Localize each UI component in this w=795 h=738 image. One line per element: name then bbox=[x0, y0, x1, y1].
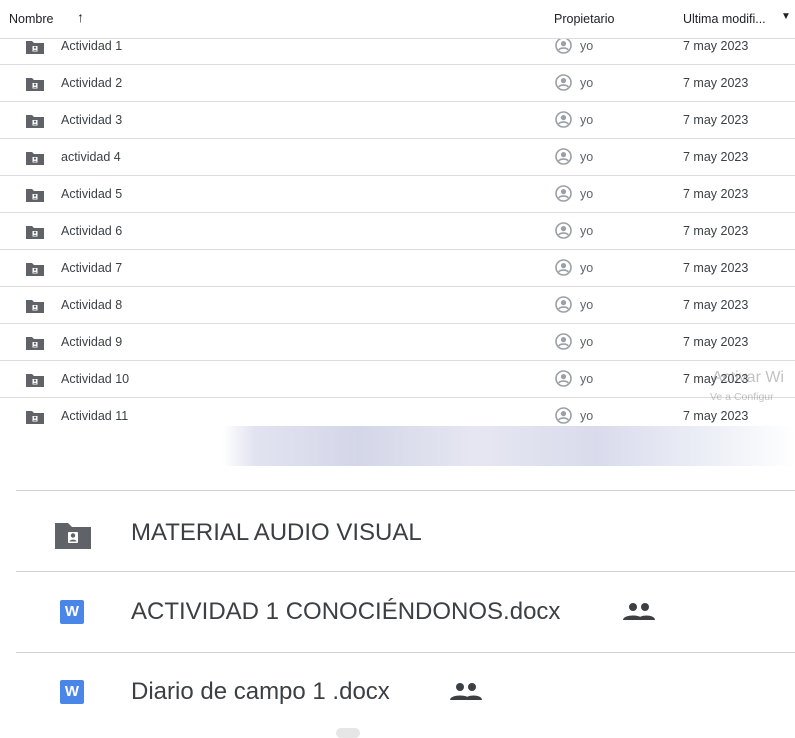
person-icon bbox=[555, 259, 572, 279]
shared-folder-icon bbox=[25, 225, 45, 243]
owner: yo bbox=[580, 187, 594, 201]
file-name: Actividad 9 bbox=[61, 335, 123, 349]
item-name: ACTIVIDAD 1 CONOCIÉNDONOS.docx bbox=[131, 598, 561, 625]
shared-people-icon bbox=[449, 682, 483, 707]
activation-watermark-sub: Ve a Configur bbox=[710, 391, 774, 403]
modified-date: 7 may 2023 bbox=[683, 187, 749, 201]
file-name: Actividad 5 bbox=[61, 187, 123, 201]
column-header-owner[interactable]: Propietario bbox=[554, 12, 614, 26]
person-icon bbox=[555, 148, 572, 168]
person-icon bbox=[555, 111, 572, 131]
file-name: Actividad 1 bbox=[61, 39, 123, 53]
list-item[interactable]: W Diario de campo 1 .docx bbox=[0, 653, 795, 733]
table-row[interactable]: Actividad 9 yo 7 may 2023 bbox=[0, 324, 795, 361]
person-icon bbox=[555, 74, 572, 94]
column-header-modified[interactable]: Ultima modifi... bbox=[683, 12, 766, 26]
owner: yo bbox=[580, 39, 594, 53]
list-item[interactable]: MATERIAL AUDIO VISUAL bbox=[0, 491, 795, 571]
file-name: Actividad 10 bbox=[61, 372, 130, 386]
zoomed-file-list: MATERIAL AUDIO VISUAL W ACTIVIDAD 1 CONO… bbox=[0, 466, 795, 738]
file-name: Actividad 6 bbox=[61, 224, 123, 238]
table-row[interactable]: Actividad 5 yo 7 may 2023 bbox=[0, 176, 795, 213]
item-name: Diario de campo 1 .docx bbox=[131, 678, 390, 705]
activation-watermark: Activar Wi bbox=[712, 369, 784, 386]
file-name: Actividad 8 bbox=[61, 298, 123, 312]
decorative-blob bbox=[336, 728, 360, 738]
shared-folder-icon bbox=[25, 151, 45, 169]
file-name: Actividad 2 bbox=[61, 76, 123, 90]
shared-people-icon bbox=[622, 602, 656, 627]
table-row[interactable]: Actividad 7 yo 7 may 2023 bbox=[0, 250, 795, 287]
shared-folder-icon bbox=[25, 114, 45, 132]
table-row[interactable]: actividad 4 yo 7 may 2023 bbox=[0, 139, 795, 176]
owner: yo bbox=[580, 150, 594, 164]
table-row[interactable]: Actividad 2 yo 7 may 2023 bbox=[0, 65, 795, 102]
file-name: actividad 4 bbox=[61, 150, 121, 164]
person-icon bbox=[555, 37, 572, 57]
table-row[interactable]: Actividad 8 yo 7 may 2023 bbox=[0, 287, 795, 324]
shared-folder-icon bbox=[25, 188, 45, 206]
owner: yo bbox=[580, 372, 594, 386]
modified-date: 7 may 2023 bbox=[683, 261, 749, 275]
table-row[interactable]: Actividad 11 yo 7 may 2023 bbox=[0, 398, 795, 428]
modified-date: 7 may 2023 bbox=[683, 39, 749, 53]
table-row[interactable]: Actividad 10 yo 7 may 2023 bbox=[0, 361, 795, 398]
background-smudge bbox=[0, 426, 795, 466]
owner: yo bbox=[580, 298, 594, 312]
word-doc-icon: W bbox=[60, 680, 84, 704]
person-icon bbox=[555, 333, 572, 353]
modified-date: 7 may 2023 bbox=[683, 409, 749, 423]
person-icon bbox=[555, 407, 572, 427]
file-name: Actividad 11 bbox=[61, 409, 129, 423]
modified-date: 7 may 2023 bbox=[683, 150, 749, 164]
owner: yo bbox=[580, 261, 594, 275]
owner: yo bbox=[580, 224, 594, 238]
file-list: Actividad 1 yo 7 may 2023 Actividad 2 yo 7 ma… bbox=[0, 28, 795, 428]
shared-folder-icon bbox=[25, 299, 45, 317]
shared-folder-icon bbox=[25, 336, 45, 354]
table-row[interactable]: Actividad 6 yo 7 may 2023 bbox=[0, 213, 795, 250]
file-list-panel: Actividad 1 yo 7 may 2023 Actividad 2 yo 7 ma… bbox=[0, 0, 795, 428]
file-name: Actividad 3 bbox=[61, 113, 123, 127]
list-item[interactable]: W ACTIVIDAD 1 CONOCIÉNDONOS.docx bbox=[0, 572, 795, 652]
owner: yo bbox=[580, 113, 594, 127]
item-name: MATERIAL AUDIO VISUAL bbox=[131, 519, 422, 546]
shared-folder-icon bbox=[53, 519, 93, 556]
list-header: Nombre ↑ Propietario Ultima modifi... ▼ bbox=[0, 0, 795, 39]
modified-date: 7 may 2023 bbox=[683, 224, 749, 238]
shared-folder-icon bbox=[25, 77, 45, 95]
modified-date: 7 may 2023 bbox=[683, 113, 749, 127]
file-name: Actividad 7 bbox=[61, 261, 123, 275]
owner: yo bbox=[580, 335, 594, 349]
arrow-up-icon[interactable]: ↑ bbox=[77, 9, 84, 25]
word-doc-icon: W bbox=[60, 600, 84, 624]
owner: yo bbox=[580, 76, 594, 90]
shared-folder-icon bbox=[25, 262, 45, 280]
shared-folder-icon bbox=[25, 373, 45, 391]
person-icon bbox=[555, 185, 572, 205]
table-row[interactable]: Actividad 3 yo 7 may 2023 bbox=[0, 102, 795, 139]
modified-date: 7 may 2023 bbox=[683, 335, 749, 349]
person-icon bbox=[555, 370, 572, 390]
owner: yo bbox=[580, 409, 594, 423]
shared-folder-icon bbox=[25, 40, 45, 58]
person-icon bbox=[555, 222, 572, 242]
column-header-name[interactable]: Nombre bbox=[9, 12, 53, 26]
modified-date: 7 may 2023 bbox=[683, 76, 749, 90]
person-icon bbox=[555, 296, 572, 316]
chevron-down-icon[interactable]: ▼ bbox=[781, 11, 791, 22]
modified-date: 7 may 2023 bbox=[683, 298, 749, 312]
